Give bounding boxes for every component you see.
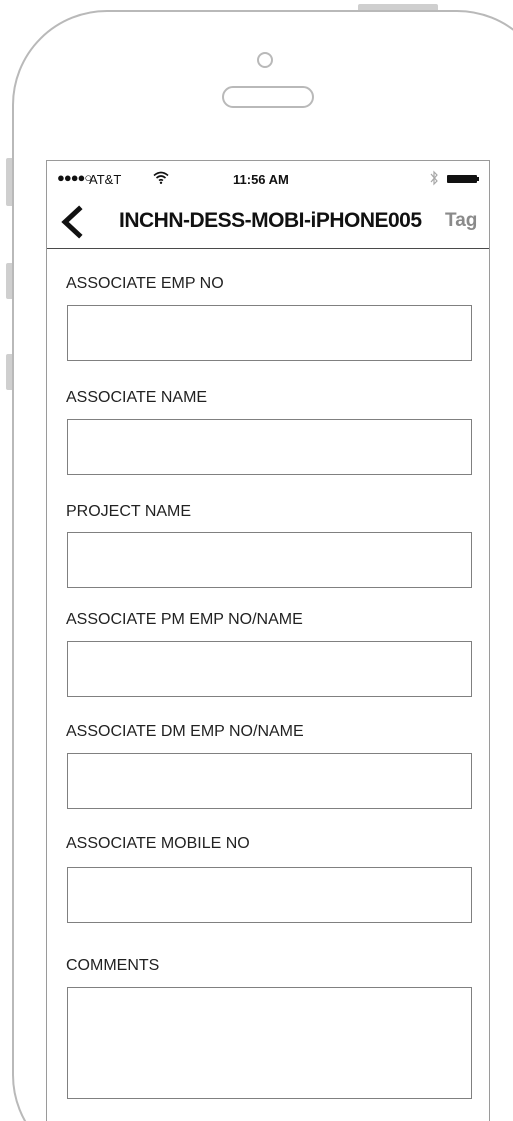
speaker-grille xyxy=(222,86,314,108)
navigation-bar: INCHN-DESS-MOBI-iPHONE005 Tag xyxy=(47,197,489,249)
associate-name-label: ASSOCIATE NAME xyxy=(66,389,208,406)
associate-dm-label: ASSOCIATE DM EMP NO/NAME xyxy=(66,723,304,740)
associate-name-field[interactable] xyxy=(67,419,472,475)
associate-mobile-no-label: ASSOCIATE MOBILE NO xyxy=(66,835,250,852)
associate-mobile-no-field[interactable] xyxy=(67,867,472,923)
wifi-icon xyxy=(153,171,169,187)
page-title: INCHN-DESS-MOBI-iPHONE005 xyxy=(119,209,422,232)
project-name-field[interactable] xyxy=(67,532,472,588)
bluetooth-icon xyxy=(429,170,439,189)
associate-dm-field[interactable] xyxy=(67,753,472,809)
signal-strength: ●●●●○ xyxy=(57,170,92,185)
associate-pm-label: ASSOCIATE PM EMP NO/NAME xyxy=(66,611,303,628)
comments-label: COMMENTS xyxy=(66,957,160,974)
chevron-left-icon[interactable] xyxy=(57,205,87,239)
phone-screen: ●●●●○ AT&T 11:56 AM INCHN-DESS-MOBI-iPHO… xyxy=(46,160,490,1121)
project-name-label: PROJECT NAME xyxy=(66,503,192,520)
status-time: 11:56 AM xyxy=(233,172,289,187)
status-bar: ●●●●○ AT&T 11:56 AM xyxy=(47,161,489,197)
tag-button[interactable]: Tag xyxy=(445,210,477,232)
associate-emp-no-label: ASSOCIATE EMP NO xyxy=(66,275,224,292)
carrier-name: AT&T xyxy=(89,172,122,187)
associate-pm-field[interactable] xyxy=(67,641,472,697)
battery-icon xyxy=(447,175,481,183)
comments-field[interactable] xyxy=(67,987,472,1099)
camera-icon xyxy=(257,52,273,68)
associate-emp-no-field[interactable] xyxy=(67,305,472,361)
device-stage: ●●●●○ AT&T 11:56 AM INCHN-DESS-MOBI-iPHO… xyxy=(0,0,513,1121)
